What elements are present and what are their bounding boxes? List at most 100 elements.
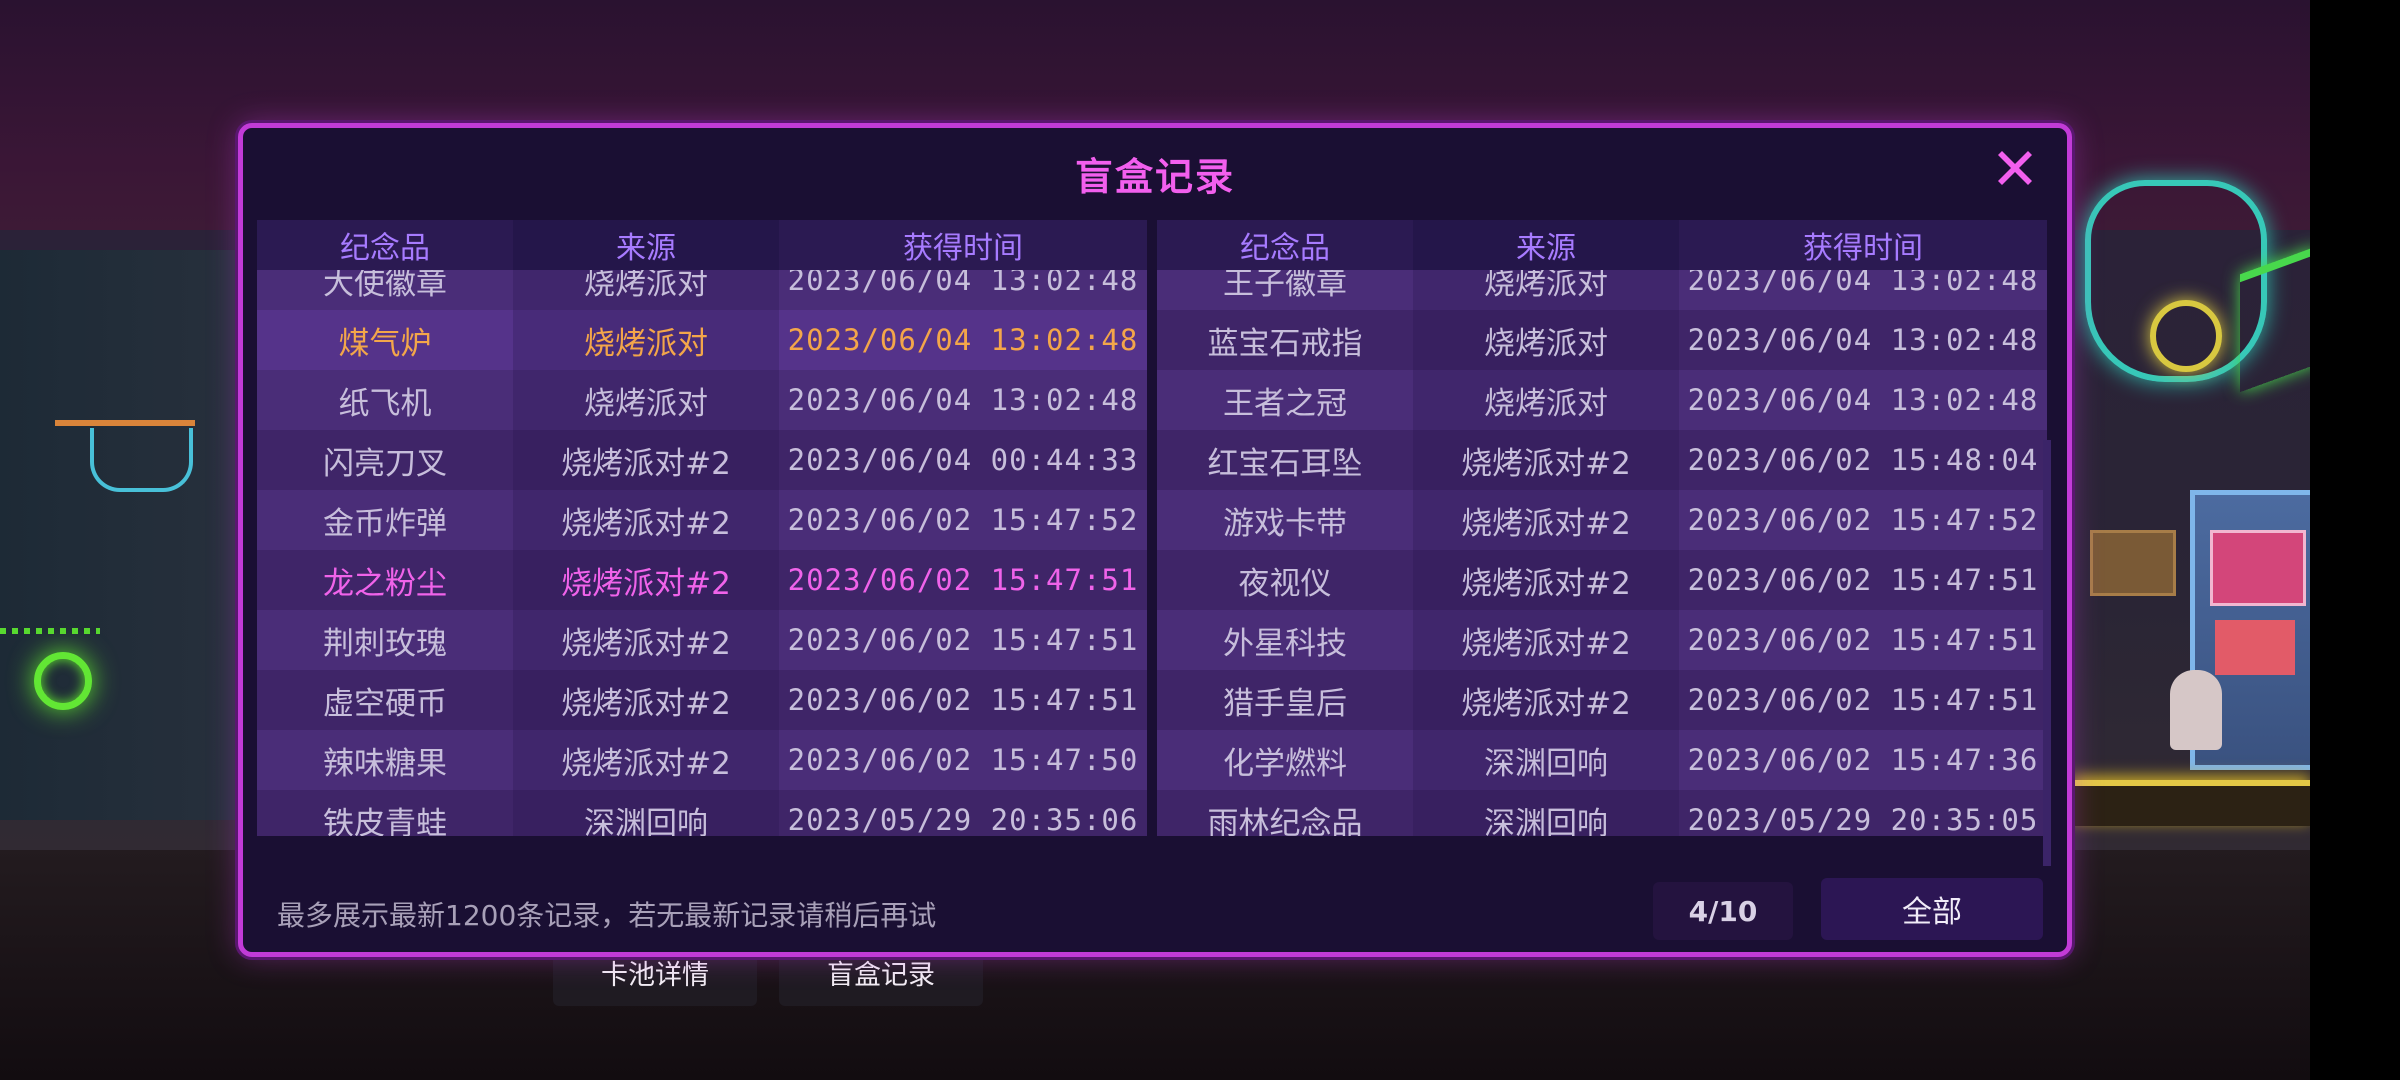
table-row: 夜视仪 烧烤派对#2 2023/06/02 15:47:51 bbox=[1157, 550, 2047, 610]
bg-npc-character bbox=[2170, 670, 2222, 750]
cell-time: 2023/06/02 15:47:51 bbox=[787, 623, 1139, 657]
record-table-left: 大使徽章 烧烤派对 2023/06/04 13:02:48 煤气炉 烧烤派对 2023/0… bbox=[257, 220, 1147, 866]
cell-time: 2023/05/29 20:35:06 bbox=[787, 803, 1139, 836]
cell-source: 烧烤派对#2 bbox=[1413, 490, 1679, 550]
cell-souvenir: 化学燃料 bbox=[1223, 745, 1347, 782]
cell-souvenir: 王者之冠 bbox=[1223, 385, 1347, 422]
table-row: 金币炸弹 烧烤派对#2 2023/06/02 15:47:52 bbox=[257, 490, 1147, 550]
table-row: 雨林纪念品 深渊回响 2023/05/29 20:35:05 bbox=[1157, 790, 2047, 836]
cell-time: 2023/06/04 13:02:48 bbox=[1687, 323, 2039, 357]
column-header-source: 来源 bbox=[513, 220, 779, 270]
column-header-time: 获得时间 bbox=[1803, 231, 1923, 266]
cell-souvenir: 游戏卡带 bbox=[1223, 505, 1347, 542]
cell-souvenir: 纸飞机 bbox=[338, 385, 432, 422]
table-row: 红宝石耳坠 烧烤派对#2 2023/06/02 15:48:04 bbox=[1157, 430, 2047, 490]
bg-left-structure bbox=[0, 250, 240, 820]
bg-shop-screen-lower bbox=[2215, 620, 2295, 675]
scrollbar[interactable] bbox=[2043, 440, 2051, 866]
cell-source: 深渊回响 bbox=[1413, 790, 1679, 836]
table-row: 龙之粉尘 烧烤派对#2 2023/06/02 15:47:51 bbox=[257, 550, 1147, 610]
table-row: 蓝宝石戒指 烧烤派对 2023/06/04 13:02:48 bbox=[1157, 310, 2047, 370]
cell-time: 2023/06/04 13:02:48 bbox=[1687, 383, 2039, 417]
table-header-right: 纪念品 来源 获得时间 bbox=[1157, 220, 2047, 270]
table-row: 荆刺玫瑰 烧烤派对#2 2023/06/02 15:47:51 bbox=[257, 610, 1147, 670]
cell-source: 烧烤派对#2 bbox=[1413, 610, 1679, 670]
cell-source: 烧烤派对#2 bbox=[1413, 550, 1679, 610]
record-table-right: 王子徽章 烧烤派对 2023/06/04 13:02:48 蓝宝石戒指 烧烤派对 2023… bbox=[1157, 220, 2047, 866]
footer-note: 最多展示最新1200条记录，若无最新记录请稍后再试 bbox=[277, 899, 937, 932]
cell-souvenir: 闪亮刀叉 bbox=[323, 445, 447, 482]
cell-time: 2023/06/02 15:47:52 bbox=[787, 503, 1139, 537]
blindbox-record-dialog: 盲盒记录 大使徽章 烧烤派对 2023/06/04 13:02:48 煤气炉 烧烤派对 2… bbox=[238, 123, 2072, 957]
cell-souvenir: 夜视仪 bbox=[1238, 565, 1332, 602]
cell-source: 烧烤派对 bbox=[513, 370, 779, 430]
cell-source: 烧烤派对 bbox=[1413, 310, 1679, 370]
cell-time: 2023/06/04 00:44:33 bbox=[787, 443, 1139, 477]
close-button[interactable] bbox=[1987, 140, 2043, 196]
filter-all-button[interactable]: 全部 bbox=[1821, 878, 2043, 940]
cell-souvenir: 雨林纪念品 bbox=[1207, 805, 1363, 837]
table-row: 辣味糖果 烧烤派对#2 2023/06/02 15:47:50 bbox=[257, 730, 1147, 790]
table-header-left: 纪念品 来源 获得时间 bbox=[257, 220, 1147, 270]
cell-source: 烧烤派对 bbox=[513, 310, 779, 370]
table-row: 外星科技 烧烤派对#2 2023/06/02 15:47:51 bbox=[1157, 610, 2047, 670]
cell-souvenir: 龙之粉尘 bbox=[323, 565, 447, 602]
cell-time: 2023/06/04 13:02:48 bbox=[787, 383, 1139, 417]
cell-souvenir: 红宝石耳坠 bbox=[1207, 445, 1363, 482]
cell-source: 烧烤派对#2 bbox=[1413, 670, 1679, 730]
cell-source: 烧烤派对#2 bbox=[513, 610, 779, 670]
table-row: 游戏卡带 烧烤派对#2 2023/06/02 15:47:52 bbox=[1157, 490, 2047, 550]
table-row: 化学燃料 深渊回响 2023/06/02 15:47:36 bbox=[1157, 730, 2047, 790]
bg-shop-screen bbox=[2210, 530, 2306, 606]
cell-time: 2023/06/02 15:47:36 bbox=[1687, 743, 2039, 777]
neon-ring-decoration bbox=[34, 652, 92, 710]
cell-souvenir: 辣味糖果 bbox=[323, 745, 447, 782]
table-row: 猎手皇后 烧烤派对#2 2023/06/02 15:47:51 bbox=[1157, 670, 2047, 730]
bg-neon-counter bbox=[2070, 780, 2310, 826]
bg-crate bbox=[2090, 530, 2176, 596]
cell-time: 2023/06/02 15:47:51 bbox=[1687, 683, 2039, 717]
table-row: 闪亮刀叉 烧烤派对#2 2023/06/04 00:44:33 bbox=[257, 430, 1147, 490]
cell-source: 烧烤派对#2 bbox=[513, 730, 779, 790]
cell-time: 2023/06/04 13:02:48 bbox=[787, 323, 1139, 357]
cell-souvenir: 猎手皇后 bbox=[1223, 685, 1347, 722]
record-list-right[interactable]: 王子徽章 烧烤派对 2023/06/04 13:02:48 蓝宝石戒指 烧烤派对 2023… bbox=[1157, 250, 2047, 836]
cell-source: 烧烤派对#2 bbox=[513, 670, 779, 730]
table-row: 王者之冠 烧烤派对 2023/06/04 13:02:48 bbox=[1157, 370, 2047, 430]
table-row: 铁皮青蛙 深渊回响 2023/05/29 20:35:06 bbox=[257, 790, 1147, 836]
screen-edge bbox=[2310, 0, 2400, 1080]
column-header-source: 来源 bbox=[1413, 220, 1679, 270]
table-row: 纸飞机 烧烤派对 2023/06/04 13:02:48 bbox=[257, 370, 1147, 430]
cell-time: 2023/06/02 15:47:51 bbox=[787, 683, 1139, 717]
record-table: 大使徽章 烧烤派对 2023/06/04 13:02:48 煤气炉 烧烤派对 2023/0… bbox=[257, 220, 2057, 866]
record-list-left[interactable]: 大使徽章 烧烤派对 2023/06/04 13:02:48 煤气炉 烧烤派对 2023/0… bbox=[257, 250, 1147, 836]
close-icon bbox=[1998, 151, 2032, 185]
cell-time: 2023/06/02 15:47:50 bbox=[787, 743, 1139, 777]
cell-time: 2023/06/02 15:47:52 bbox=[1687, 503, 2039, 537]
cell-souvenir: 外星科技 bbox=[1223, 625, 1347, 662]
neon-dots-decoration bbox=[0, 628, 100, 634]
cell-time: 2023/06/02 15:47:51 bbox=[1687, 623, 2039, 657]
cell-souvenir: 蓝宝石戒指 bbox=[1207, 325, 1363, 362]
cell-time: 2023/06/02 15:48:04 bbox=[1687, 443, 2039, 477]
cell-time: 2023/06/02 15:47:51 bbox=[787, 563, 1139, 597]
cell-souvenir: 虚空硬币 bbox=[323, 685, 447, 722]
cell-source: 深渊回响 bbox=[1413, 730, 1679, 790]
table-row: 煤气炉 烧烤派对 2023/06/04 13:02:48 bbox=[257, 310, 1147, 370]
column-header-souvenir: 纪念品 bbox=[1240, 231, 1330, 266]
table-row: 虚空硬币 烧烤派对#2 2023/06/02 15:47:51 bbox=[257, 670, 1147, 730]
cell-source: 深渊回响 bbox=[513, 790, 779, 836]
cell-source: 烧烤派对#2 bbox=[513, 430, 779, 490]
cell-source: 烧烤派对#2 bbox=[1413, 430, 1679, 490]
cell-souvenir: 荆刺玫瑰 bbox=[323, 625, 447, 662]
cell-source: 烧烤派对#2 bbox=[513, 490, 779, 550]
cell-souvenir: 金币炸弹 bbox=[323, 505, 447, 542]
cell-time: 2023/06/02 15:47:51 bbox=[1687, 563, 2039, 597]
cell-time: 2023/05/29 20:35:05 bbox=[1687, 803, 2039, 836]
page-indicator: 4/10 bbox=[1653, 882, 1793, 940]
dialog-title: 盲盒记录 bbox=[1074, 155, 1235, 199]
cell-source: 烧烤派对#2 bbox=[513, 550, 779, 610]
cell-source: 烧烤派对 bbox=[1413, 370, 1679, 430]
neon-sign-emblem bbox=[2150, 300, 2222, 372]
column-header-time: 获得时间 bbox=[903, 231, 1023, 266]
